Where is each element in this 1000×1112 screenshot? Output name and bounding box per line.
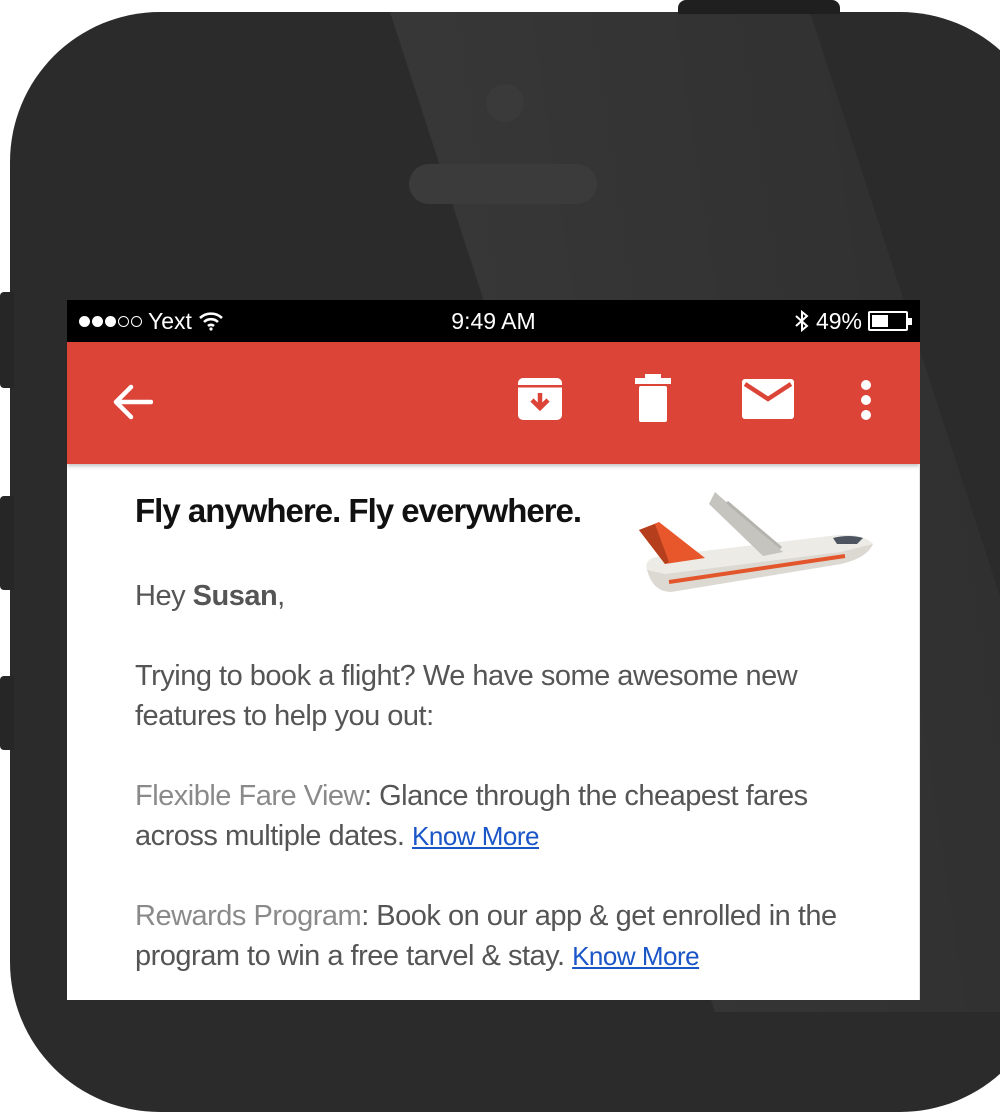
battery-fill [872,315,888,327]
greeting-suffix: , [277,580,285,612]
feature-paragraph-2: Rewards Program: Book on our app & get e… [135,896,855,976]
know-more-link[interactable]: Know More [412,821,540,851]
intro-paragraph: Trying to book a flight? We have some aw… [135,660,798,732]
phone-screen: Yext 9:49 AM 49% Fly anywhere. Fly every… [67,300,920,1000]
archive-icon[interactable] [517,376,563,422]
trash-icon[interactable] [635,374,671,422]
status-time: 9:49 AM [451,308,536,334]
battery-icon [868,311,912,331]
feature-paragraph-1: Flexible Fare View: Glance through the c… [135,776,855,856]
front-camera [486,84,524,122]
greeting-prefix: Hey [135,580,193,612]
right-divider [919,464,920,1000]
email-headline: Fly anywhere. Fly everywhere. [135,492,582,529]
email-toolbar [67,342,920,464]
mail-icon[interactable] [742,379,794,419]
volume-down-button [0,676,14,750]
earpiece-speaker [409,164,597,204]
volume-up-button [0,496,14,590]
more-vert-icon[interactable] [859,379,873,421]
feature-name: Rewards Program [135,900,362,932]
recipient-name: Susan [192,580,278,612]
back-arrow-icon[interactable] [111,382,153,422]
feature-name: Flexible Fare View [135,780,365,812]
status-bar: Yext 9:49 AM 49% [67,300,920,342]
power-button [678,0,840,14]
greeting: Hey Susan, [135,576,855,616]
know-more-link[interactable]: Know More [572,941,700,971]
mute-switch [0,292,14,388]
